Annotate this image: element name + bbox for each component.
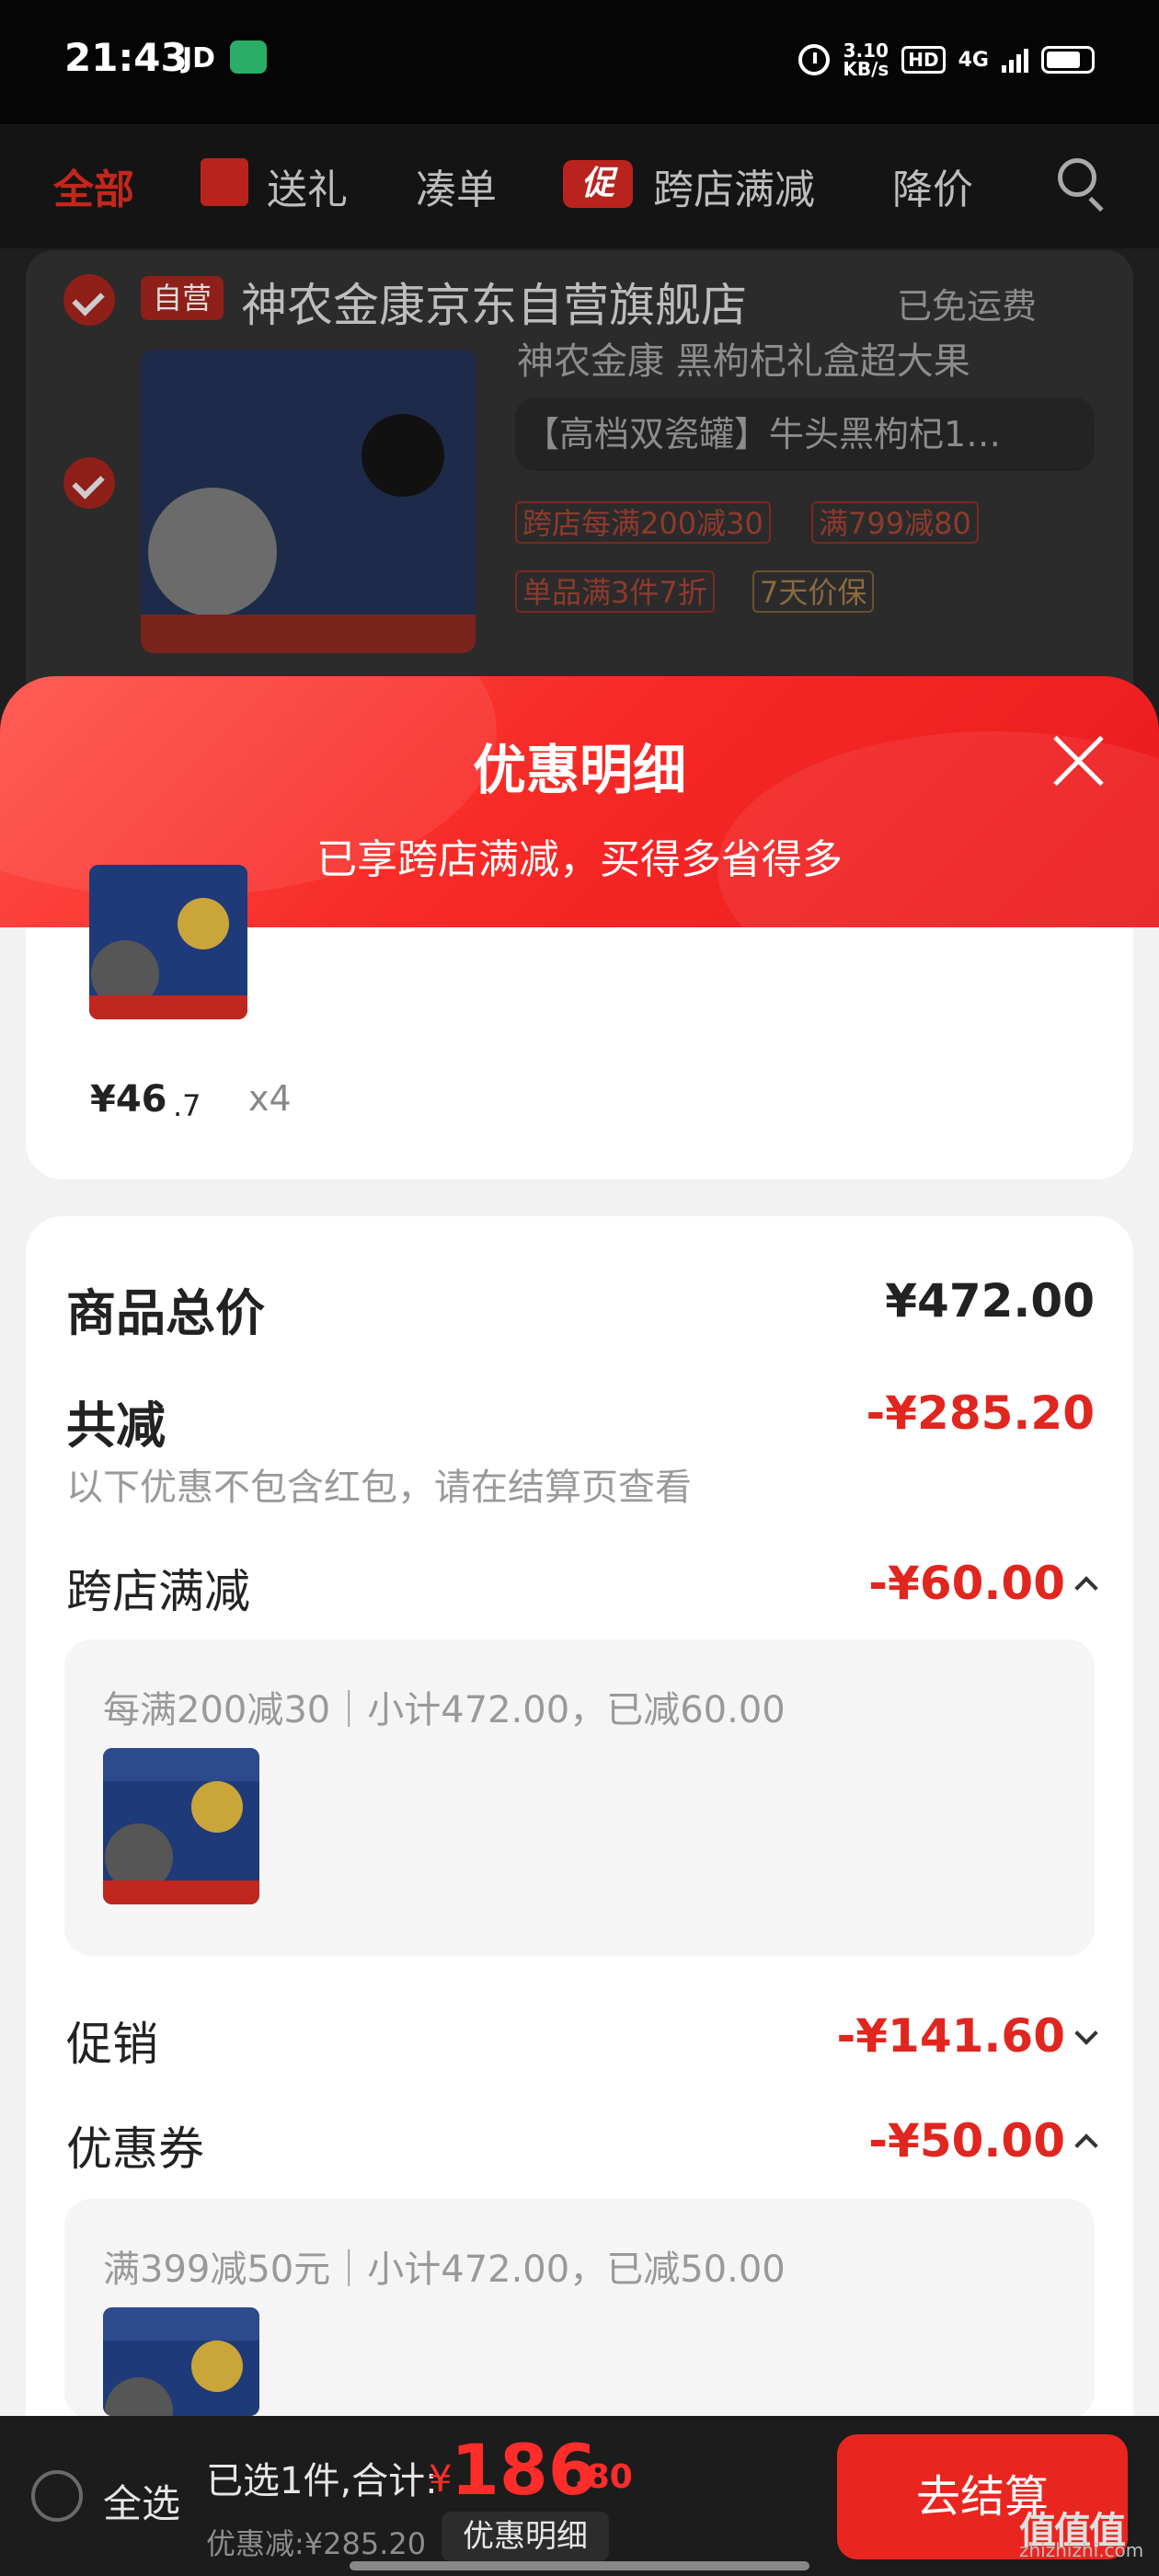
chevron-down-icon	[1074, 2021, 1098, 2045]
product-title[interactable]: 神农金康 黑枸杞礼盒超大果	[517, 331, 970, 385]
discount-detail-button[interactable]: 优惠明细	[442, 2512, 609, 2561]
promo-badge-icon: 促	[563, 160, 633, 208]
watermark-url: zhizhizhi.com	[1019, 2539, 1144, 2561]
total-label: 商品总价	[66, 1284, 265, 1342]
shop-checkbox[interactable]	[63, 274, 115, 326]
tab-cross-store[interactable]: 跨店满减	[653, 156, 815, 215]
free-shipping-label: 已免运费	[897, 286, 1038, 327]
total-currency: ¥	[429, 2458, 453, 2501]
alarm-icon	[798, 44, 831, 75]
select-all-radio[interactable]	[31, 2470, 83, 2522]
signal-icon	[1002, 47, 1028, 73]
hd-icon: HD	[901, 46, 946, 74]
item-thumbnail	[89, 865, 247, 1019]
chevron-up-icon	[1074, 1576, 1098, 1600]
tab-all[interactable]: 全部	[53, 156, 134, 215]
network-type: 4G	[958, 48, 989, 72]
item-price: ¥46	[90, 1078, 167, 1121]
tab-price-drop[interactable]: 降价	[892, 156, 973, 215]
home-indicator[interactable]	[350, 2561, 809, 2570]
total-value: ¥472.00	[885, 1274, 1095, 1328]
wechat-icon	[230, 40, 267, 74]
promo-value: -¥141.60	[836, 2009, 1066, 2063]
promo-label: 促销	[66, 2018, 158, 2071]
coupon-row[interactable]: -¥50.00	[868, 2114, 1098, 2168]
selected-summary: 已选1件,合计:	[206, 2460, 438, 2502]
gift-icon	[201, 158, 248, 206]
cross-store-row[interactable]: -¥60.00	[868, 1557, 1098, 1610]
discount-amount: 优惠减:¥285.20	[206, 2526, 427, 2561]
tab-bundle[interactable]: 凑单	[416, 156, 497, 215]
select-all-label[interactable]: 全选	[103, 2473, 180, 2529]
promo-tag: 单品满3件7折	[515, 570, 715, 613]
coupon-value: -¥50.00	[868, 2114, 1065, 2168]
network-speed: 3.10 KB/s	[843, 40, 889, 80]
coupon-label: 优惠券	[66, 2122, 204, 2176]
self-operated-badge: 自营	[141, 276, 224, 320]
sheet-title: 优惠明细	[472, 739, 686, 801]
battery-icon	[1041, 46, 1095, 74]
promo-tag: 满799减80	[811, 501, 979, 544]
coupon-detail-text: 满399减50元｜小计472.00，已减50.00	[103, 2248, 786, 2291]
shop-name[interactable]: 神农金康京东自营旗舰店	[241, 269, 747, 335]
tab-gift[interactable]: 送礼	[267, 156, 348, 215]
product-spec-select[interactable]: 【高档双瓷罐】牛头黑枸杞1…	[515, 397, 1095, 471]
close-icon[interactable]	[1049, 731, 1107, 790]
promo-row[interactable]: -¥141.60	[836, 2009, 1098, 2063]
chevron-up-icon	[1074, 2133, 1098, 2157]
search-icon[interactable]	[1058, 158, 1096, 197]
jd-app-icon: JD	[182, 42, 216, 75]
promo-tag: 跨店每满200减30	[515, 501, 771, 544]
item-quantity: x4	[248, 1078, 292, 1119]
product-image[interactable]	[141, 350, 476, 653]
cross-store-detail-text: 每满200减30｜小计472.00，已减60.00	[103, 1689, 786, 1731]
total-amount-decimal: .80	[574, 2458, 633, 2496]
product-checkbox[interactable]	[63, 457, 115, 509]
cross-store-value: -¥60.00	[868, 1557, 1065, 1610]
status-indicators: 3.10 KB/s HD 4G	[798, 37, 1095, 83]
detail-thumbnail	[103, 1748, 259, 1904]
detail-thumbnail	[103, 2307, 259, 2416]
reduce-note: 以下优惠不包含红包，请在结算页查看	[66, 1466, 692, 1509]
price-guarantee-tag: 7天价保	[752, 570, 875, 613]
item-price-decimal: .7	[173, 1088, 201, 1123]
cross-store-label: 跨店满减	[66, 1565, 250, 1618]
reduce-value: -¥285.20	[866, 1386, 1096, 1440]
reduce-label: 共减	[66, 1397, 166, 1455]
status-time: 21:43	[64, 35, 188, 80]
